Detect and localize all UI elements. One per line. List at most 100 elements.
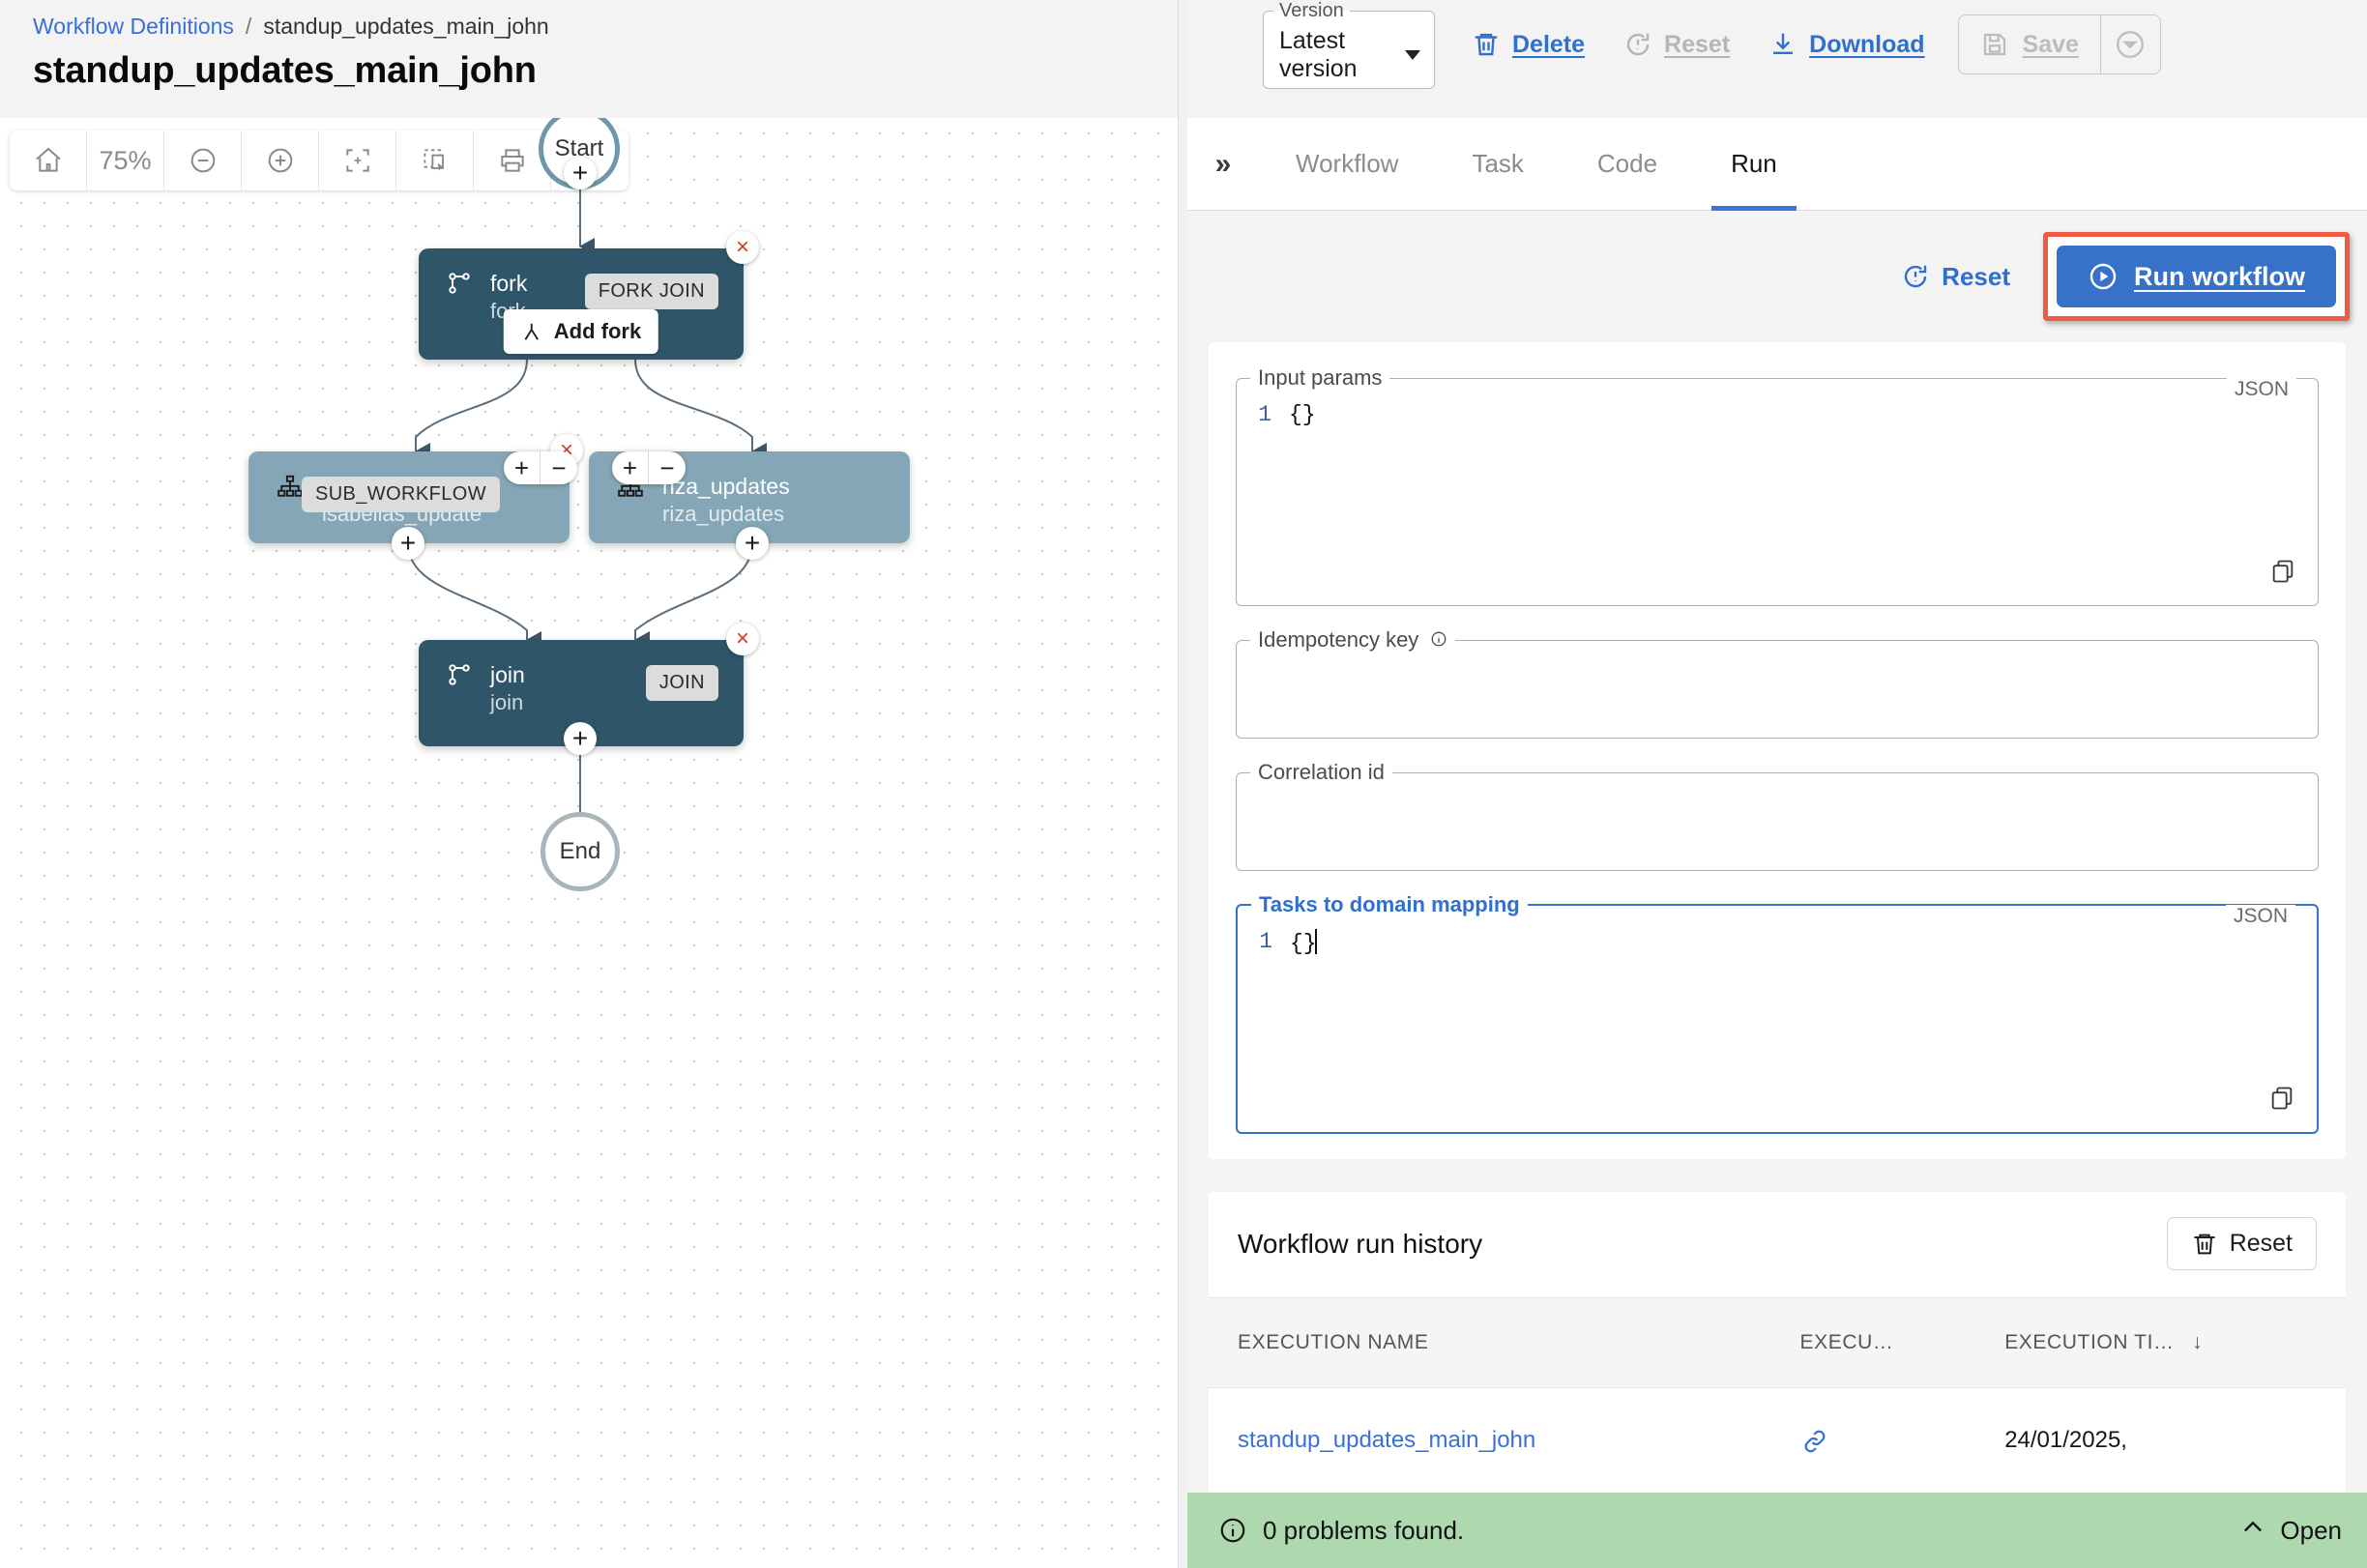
tab-code[interactable]: Code [1561, 118, 1694, 211]
link-icon[interactable] [1800, 1430, 1829, 1462]
delete-join-node-button[interactable]: × [726, 623, 759, 655]
floppy-disk-icon [1980, 30, 2009, 59]
zoom-out-icon[interactable] [164, 131, 242, 190]
page-header: Workflow Definitions / standup_updates_m… [0, 0, 1187, 118]
join-icon [446, 661, 473, 688]
column-execution-name[interactable]: EXECUTION NAME [1209, 1297, 1800, 1388]
fork-node-title: fork [490, 271, 528, 296]
idempotency-key-field[interactable]: Idempotency key [1236, 627, 2319, 739]
input-params-field[interactable]: Input params JSON 1 {} [1236, 365, 2319, 606]
add-node-after-join-button[interactable]: + [564, 722, 597, 755]
download-label: Download [1809, 30, 1925, 58]
add-node-after-isabellas-update-button[interactable]: + [392, 527, 424, 560]
copy-icon[interactable] [2268, 1085, 2295, 1117]
delete-label: Delete [1512, 30, 1586, 58]
save-dropdown-button[interactable] [2099, 15, 2160, 73]
run-form-card: Input params JSON 1 {} Idempotency key C… [1209, 342, 2346, 1159]
run-actions-row: Reset Run workflow [1187, 211, 2367, 338]
add-fork-icon [521, 321, 542, 342]
tab-run[interactable]: Run [1694, 118, 1814, 211]
reset-button[interactable]: Reset [1608, 20, 1745, 69]
delete-button[interactable]: Delete [1456, 20, 1600, 69]
top-toolbar: Version Latest version Delete Reset Down… [1187, 0, 2367, 118]
history-reset-label: Reset [2229, 1230, 2293, 1257]
tasks-to-domain-mapping-field[interactable]: Tasks to domain mapping JSON 1 {} [1236, 892, 2319, 1134]
column-execution-time-label: EXECUTION TI… [2004, 1331, 2175, 1353]
table-header-row: EXECUTION NAME EXECU… EXECUTION TI… ↓ [1209, 1297, 2346, 1388]
fork-node[interactable]: fork fork FORK JOIN Add fork × [419, 231, 759, 360]
breadcrumb-root-link[interactable]: Workflow Definitions [33, 14, 234, 40]
tab-workflow[interactable]: Workflow [1259, 118, 1435, 211]
remove-branch-right-button[interactable]: − [649, 451, 686, 484]
column-execution-time[interactable]: EXECUTION TI… ↓ [2004, 1297, 2346, 1388]
panel-tabs: » Workflow Task Code Run [1187, 118, 2367, 211]
end-node-label: End [559, 838, 601, 864]
workflow-editor-app: Workflow Definitions / standup_updates_m… [0, 0, 2367, 1568]
join-node-badge: JOIN [645, 665, 718, 701]
delete-fork-node-button[interactable]: × [726, 231, 759, 264]
fork-branch-left-stepper[interactable]: + − [504, 451, 577, 484]
text-caret [1314, 929, 1317, 954]
correlation-id-label: Correlation id [1258, 760, 1385, 784]
save-label: Save [2022, 30, 2079, 58]
info-icon [1218, 1516, 1247, 1545]
chevron-down-icon [1405, 50, 1420, 60]
download-button[interactable]: Download [1753, 20, 1940, 69]
correlation-id-field[interactable]: Correlation id [1236, 760, 2319, 871]
version-label: Version [1279, 0, 1344, 21]
fork-branch-right-stepper[interactable]: + − [612, 451, 686, 484]
info-icon[interactable] [1430, 627, 1447, 652]
copy-icon[interactable] [2269, 558, 2296, 590]
execution-name-cell[interactable]: standup_updates_main_john [1209, 1388, 1800, 1464]
run-workflow-button[interactable]: Run workflow [2057, 246, 2336, 307]
join-node-title: join [490, 662, 525, 687]
run-reset-button[interactable]: Reset [1880, 252, 2031, 302]
execution-link-cell[interactable] [1800, 1388, 2005, 1464]
version-value: Latest version [1279, 27, 1358, 82]
idempotency-key-label: Idempotency key [1250, 627, 1455, 653]
table-row[interactable]: standup_updates_main_john 24/01/2025, [1209, 1388, 2346, 1464]
breadcrumb-current: standup_updates_main_john [263, 14, 549, 39]
save-button-group[interactable]: Save [1957, 15, 2161, 74]
join-node-subtitle: join [490, 689, 524, 714]
history-reset-button[interactable]: Reset [2166, 1217, 2317, 1270]
zoom-level-label[interactable]: 75% [87, 131, 164, 190]
canvas-toolbar: 75% [10, 131, 628, 190]
end-node[interactable]: End [541, 812, 620, 891]
open-problems-button[interactable]: Open [2239, 1514, 2342, 1548]
breadcrumb-separator: / [245, 14, 252, 39]
remove-branch-left-button[interactable]: − [541, 451, 577, 484]
add-branch-right-button[interactable]: + [612, 451, 649, 484]
download-icon [1768, 30, 1797, 59]
expand-panel-icon[interactable]: » [1187, 148, 1259, 181]
chevron-down-circle-icon [2117, 31, 2145, 58]
panel-divider[interactable] [1178, 0, 1187, 1568]
add-branch-left-button[interactable]: + [504, 451, 541, 484]
tasks-to-domain-value: {} [1290, 931, 1317, 956]
run-workflow-highlight: Run workflow [2043, 232, 2350, 321]
input-params-editor[interactable]: 1 {} [1237, 391, 2318, 605]
workflow-canvas[interactable]: 75% Start + fork FORK JOIN Add fork × + … [0, 118, 1187, 1568]
idempotency-key-label-text: Idempotency key [1258, 627, 1419, 652]
fit-screen-icon[interactable] [319, 131, 396, 190]
select-region-icon[interactable] [396, 131, 474, 190]
add-fork-button[interactable]: Add fork [503, 309, 659, 354]
column-execution-status[interactable]: EXECU… [1799, 1297, 2005, 1388]
zoom-in-icon[interactable] [242, 131, 319, 190]
save-button[interactable]: Save [1959, 15, 2100, 73]
chevron-up-icon [2239, 1514, 2266, 1548]
version-select[interactable]: Version Latest version [1263, 0, 1435, 89]
idempotency-key-input[interactable] [1237, 653, 2318, 738]
home-icon[interactable] [10, 131, 87, 190]
run-reset-label: Reset [1942, 261, 2010, 291]
tab-task[interactable]: Task [1435, 118, 1560, 211]
play-circle-icon [2088, 261, 2119, 292]
tasks-to-domain-editor[interactable]: 1 {} [1238, 917, 2317, 1132]
correlation-id-input[interactable] [1237, 785, 2318, 870]
line-number: 1 [1258, 402, 1271, 427]
page-title: standup_updates_main_john [33, 50, 537, 91]
sort-descending-icon: ↓ [2192, 1331, 2204, 1353]
add-node-after-riza-updates-button[interactable]: + [736, 527, 769, 560]
add-node-after-start-button[interactable]: + [564, 157, 597, 189]
open-label: Open [2280, 1515, 2342, 1545]
